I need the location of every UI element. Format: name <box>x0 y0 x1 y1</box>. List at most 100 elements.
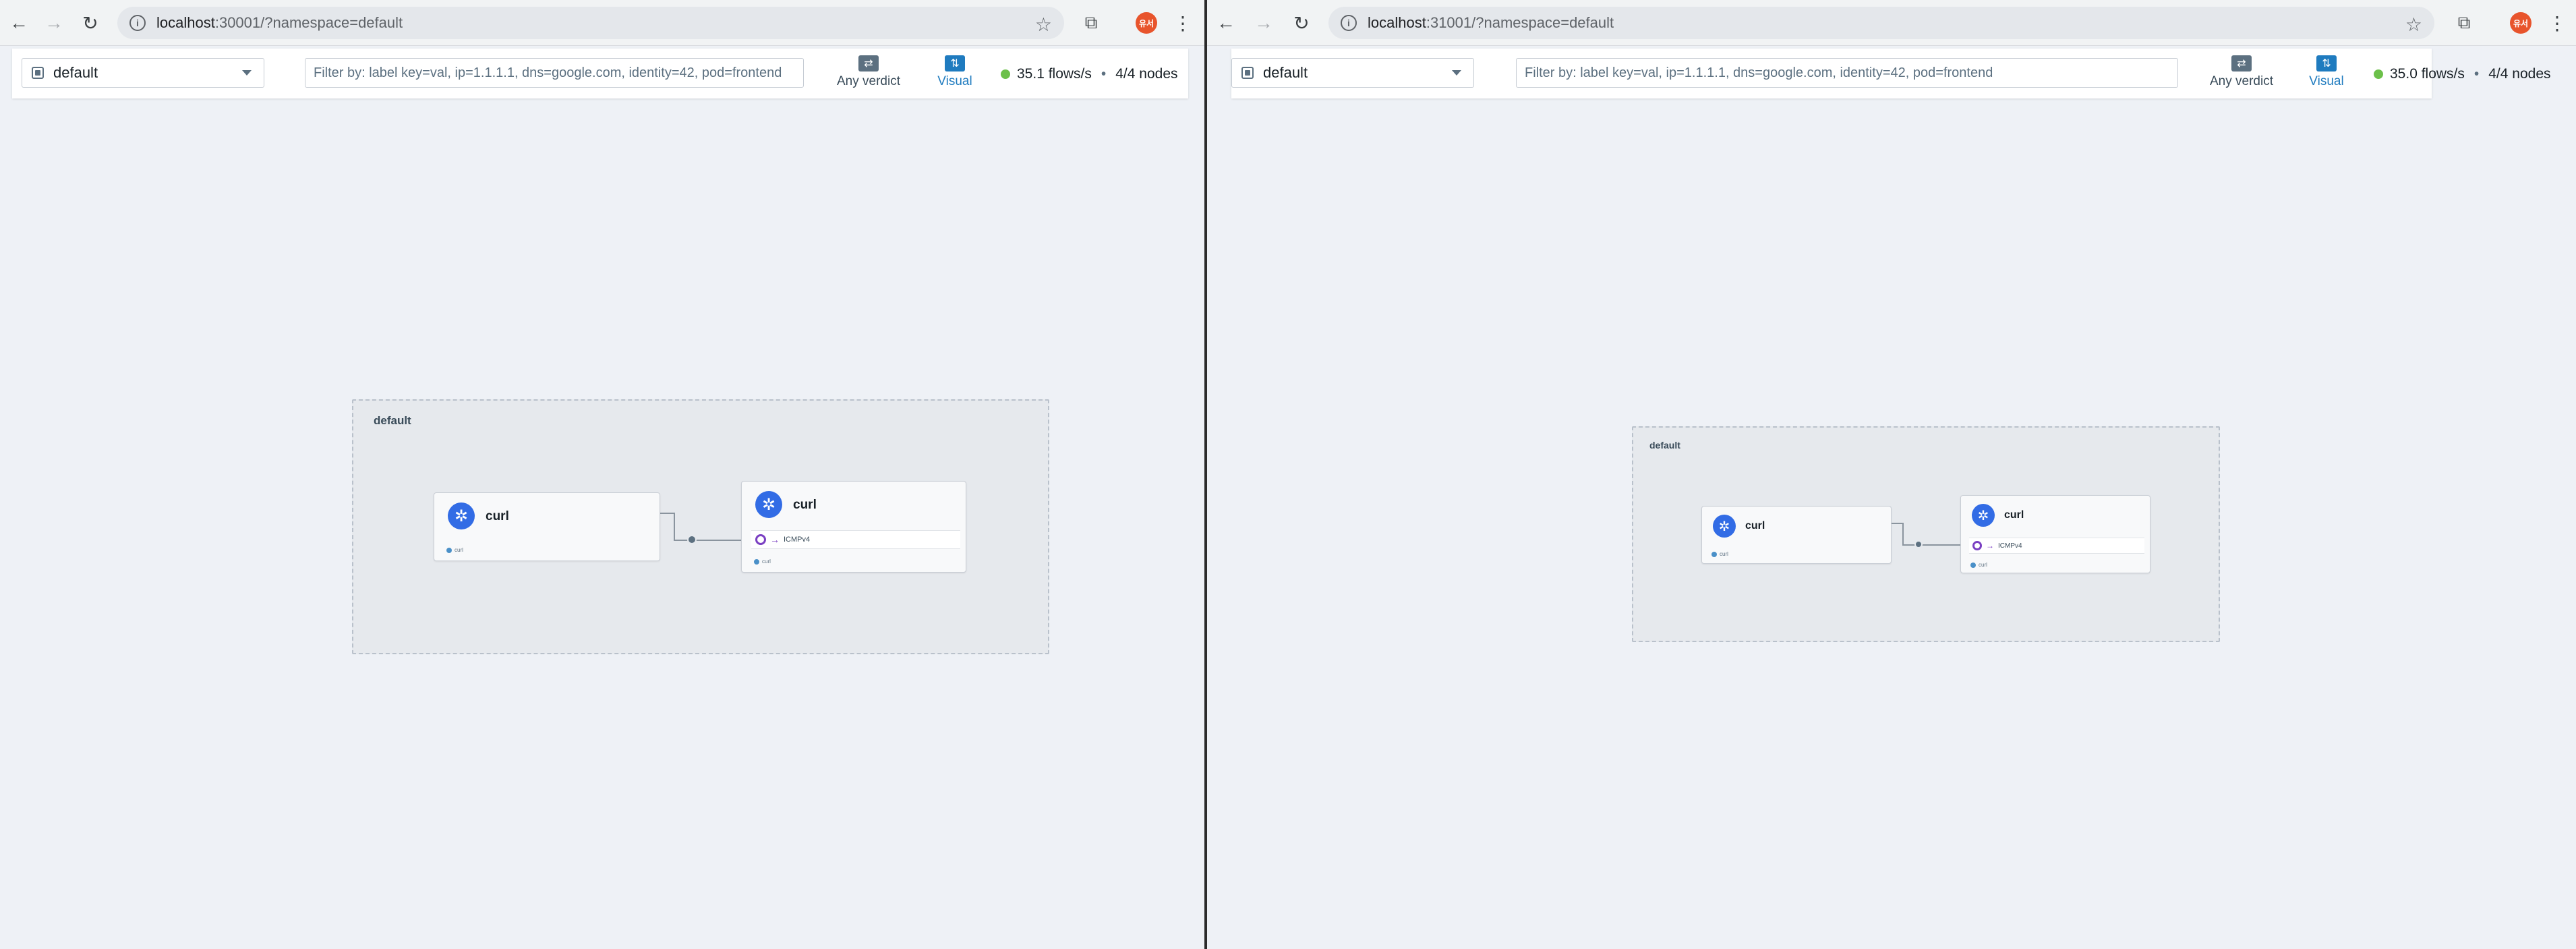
edge-connector-icon <box>687 535 697 544</box>
service-card-source[interactable]: ✲ curl curl <box>1701 506 1892 564</box>
service-card-destination[interactable]: ✲ curl → ICMPv4 curl <box>1960 495 2150 573</box>
service-title: curl <box>1745 520 1765 531</box>
visual-label: Visual <box>937 74 972 88</box>
status-indicator: 35.1 flows/s • 4/4 nodes <box>1001 66 1178 82</box>
label-icon <box>1711 551 1717 557</box>
flows-rate: 35.1 flows/s <box>1017 66 1092 82</box>
namespace-group-label: default <box>374 414 411 427</box>
protocol-label: ICMPv4 <box>784 536 811 544</box>
verdict-filter-button[interactable]: ⇄ Any verdict <box>821 55 916 93</box>
service-footer: curl <box>754 558 771 565</box>
edge-line <box>675 540 742 541</box>
profile-avatar[interactable]: 유서 <box>2510 12 2531 34</box>
verdict-filter-button[interactable]: ⇄ Any verdict <box>2194 55 2289 93</box>
namespace-selector[interactable]: default <box>1231 58 1474 88</box>
namespace-group-label: default <box>1649 440 1680 451</box>
visual-button[interactable]: ⇅ Visual <box>2293 55 2360 93</box>
kubernetes-icon: ✲ <box>755 491 782 518</box>
protocol-icon <box>1972 541 1982 550</box>
service-card-source[interactable]: ✲ curl curl <box>434 492 660 561</box>
protocol-label: ICMPv4 <box>1998 542 2022 550</box>
separator: • <box>1101 66 1107 82</box>
protocol-icon <box>755 534 766 545</box>
profile-avatar[interactable]: 유서 <box>1136 12 1157 34</box>
visual-icon: ⇅ <box>945 55 965 71</box>
nodes-count: 4/4 nodes <box>2488 66 2551 82</box>
service-footer: curl <box>1970 562 1987 568</box>
ingress-arrow-icon: → <box>1986 541 1994 550</box>
namespace-value: default <box>53 64 98 81</box>
address-bar[interactable]: i localhost:31001/?namespace=default ☆ <box>1328 7 2434 39</box>
browser-menu-icon[interactable]: ⋮ <box>2548 9 2567 36</box>
verdict-label: Any verdict <box>837 74 900 88</box>
edge-line <box>1902 523 1904 546</box>
back-arrow-icon: ← <box>1217 12 1235 33</box>
verdict-label: Any verdict <box>2210 74 2273 88</box>
namespace-icon <box>32 67 44 79</box>
browser-chrome: ← → ↻ i localhost:31001/?namespace=defau… <box>1207 0 2576 46</box>
edge-connector-icon <box>1914 540 1923 548</box>
visual-icon: ⇅ <box>2316 55 2337 71</box>
status-dot-icon <box>2374 69 2383 79</box>
nodes-count: 4/4 nodes <box>1115 66 1178 82</box>
address-bar[interactable]: i localhost:30001/?namespace=default ☆ <box>117 7 1064 39</box>
reload-icon: ↻ <box>1293 12 1310 34</box>
edge-line <box>1904 544 1962 546</box>
edge-line <box>674 513 675 541</box>
extensions-icon[interactable]: ⧉ <box>1079 11 1103 35</box>
forward-button[interactable]: → <box>40 9 67 36</box>
service-card-destination[interactable]: ✲ curl → ICMPv4 curl <box>741 481 966 573</box>
forward-arrow-icon: → <box>1254 12 1273 33</box>
service-footer: curl <box>446 547 463 553</box>
back-arrow-icon: ← <box>9 12 28 33</box>
reload-button[interactable]: ↻ <box>77 9 104 36</box>
extensions-icon[interactable]: ⧉ <box>2452 11 2476 35</box>
label-icon <box>1970 562 1976 568</box>
forward-button[interactable]: → <box>1250 9 1277 36</box>
kubernetes-icon: ✲ <box>1713 515 1736 538</box>
site-info-icon[interactable]: i <box>1341 15 1357 31</box>
browser-window-right: ← → ↻ i localhost:31001/?namespace=defau… <box>1207 0 2576 949</box>
forward-arrow-icon: → <box>45 12 63 33</box>
namespace-value: default <box>1263 64 1308 81</box>
browser-menu-icon[interactable]: ⋮ <box>1173 9 1192 36</box>
reload-icon: ↻ <box>82 12 98 34</box>
protocol-row[interactable]: → ICMPv4 <box>751 530 960 549</box>
bookmark-star-icon[interactable]: ☆ <box>2405 13 2422 36</box>
service-title: curl <box>486 509 509 523</box>
visual-label: Visual <box>2309 74 2344 88</box>
service-title: curl <box>2004 509 2024 521</box>
caret-down-icon <box>1452 70 1461 76</box>
service-title: curl <box>793 498 817 512</box>
site-info-icon[interactable]: i <box>129 15 146 31</box>
label-icon <box>754 558 759 565</box>
verdict-icon: ⇄ <box>2231 55 2252 71</box>
flows-rate: 35.0 flows/s <box>2390 66 2465 82</box>
namespace-icon <box>1241 67 1254 79</box>
namespace-selector[interactable]: default <box>22 58 264 88</box>
back-button[interactable]: ← <box>1212 9 1239 36</box>
bookmark-star-icon[interactable]: ☆ <box>1035 13 1052 36</box>
status-dot-icon <box>1001 69 1010 79</box>
verdict-icon: ⇄ <box>858 55 879 71</box>
edge-line <box>660 513 675 514</box>
kubernetes-icon: ✲ <box>448 502 475 529</box>
visual-button[interactable]: ⇅ Visual <box>921 55 989 93</box>
reload-button[interactable]: ↻ <box>1288 9 1315 36</box>
filter-input[interactable] <box>305 58 804 88</box>
separator: • <box>2473 66 2480 82</box>
url-text: localhost:31001/?namespace=default <box>1368 14 1614 31</box>
hubble-toolbar: default ⇄ Any verdict ⇅ Visual 35.1 flow… <box>12 49 1188 98</box>
back-button[interactable]: ← <box>5 9 32 36</box>
hubble-toolbar: default ⇄ Any verdict ⇅ Visual <box>1231 49 2432 98</box>
kubernetes-icon: ✲ <box>1972 504 1995 527</box>
status-indicator: 35.0 flows/s • 4/4 nodes <box>2374 66 2551 82</box>
browser-chrome: ← → ↻ i localhost:30001/?namespace=defau… <box>0 0 1204 46</box>
browser-window-left: ← → ↻ i localhost:30001/?namespace=defau… <box>0 0 1204 949</box>
url-text: localhost:30001/?namespace=default <box>156 14 403 31</box>
filter-input[interactable] <box>1516 58 2178 88</box>
protocol-row[interactable]: → ICMPv4 <box>1969 538 2144 554</box>
label-icon <box>446 547 452 553</box>
ingress-arrow-icon: → <box>770 534 780 545</box>
caret-down-icon <box>242 70 252 76</box>
